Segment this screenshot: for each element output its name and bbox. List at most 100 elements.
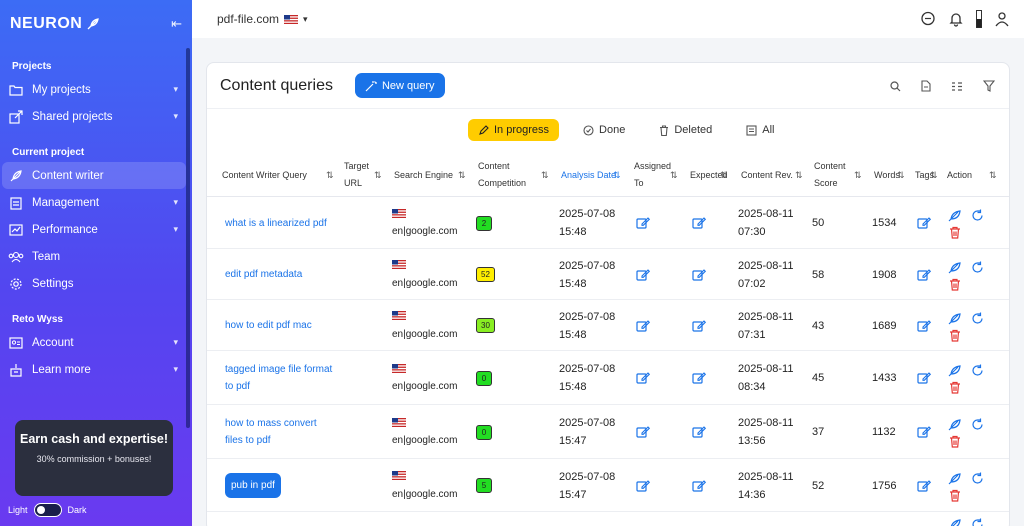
col-assigned[interactable]: Assigned To ⇅ xyxy=(634,153,678,197)
sidebar-item-content-writer[interactable]: Content writer xyxy=(2,162,186,189)
col-label: Words xyxy=(874,169,900,180)
sidebar-scrollbar[interactable] xyxy=(186,48,190,428)
filter-icon[interactable] xyxy=(982,79,996,97)
sidebar-item-performance[interactable]: Performance ▾ xyxy=(0,216,192,243)
sidebar-item-account[interactable]: Account ▾ xyxy=(0,329,192,356)
expected-edit-icon[interactable] xyxy=(692,197,706,249)
sidebar-item-my-projects[interactable]: My projects ▾ xyxy=(0,76,192,103)
sidebar-item-settings[interactable]: Settings xyxy=(0,270,192,297)
logo[interactable]: NEURON xyxy=(10,15,100,33)
feather-icon[interactable] xyxy=(948,471,961,485)
filter-all[interactable]: All xyxy=(736,119,784,141)
filter-deleted[interactable]: Deleted xyxy=(649,119,722,141)
col-competition[interactable]: Content Competition ⇅ xyxy=(478,153,549,197)
expected-edit-icon[interactable] xyxy=(692,512,706,526)
assigned-edit-icon[interactable] xyxy=(636,459,650,512)
new-query-button[interactable]: New query xyxy=(354,73,445,98)
analysis-date: 2025-07-08 xyxy=(559,259,616,272)
assigned-edit-icon[interactable] xyxy=(636,405,650,459)
query-link[interactable]: how to mass convert files to pdf xyxy=(225,415,335,449)
query-cell xyxy=(225,512,335,526)
col-target-url[interactable]: Target URL ⇅ xyxy=(344,153,382,197)
feather-icon[interactable] xyxy=(948,517,961,526)
columns-icon[interactable] xyxy=(951,79,963,97)
feather-icon[interactable] xyxy=(948,311,961,325)
tags-edit-icon[interactable] xyxy=(917,459,931,512)
sidebar-item-team[interactable]: Team xyxy=(0,243,192,270)
refresh-icon[interactable] xyxy=(971,471,984,485)
assigned-edit-icon[interactable] xyxy=(636,249,650,300)
assigned-edit-icon[interactable] xyxy=(636,351,650,405)
expected-edit-icon[interactable] xyxy=(692,459,706,512)
query-link[interactable]: tagged image file format to pdf xyxy=(225,361,335,395)
bell-icon[interactable] xyxy=(948,11,964,27)
sort-icon: ⇅ xyxy=(541,170,549,180)
sidebar-item-management[interactable]: Management ▾ xyxy=(0,189,192,216)
filter-in-progress[interactable]: In progress xyxy=(468,119,560,141)
feather-icon[interactable] xyxy=(948,208,961,222)
expected-edit-icon[interactable] xyxy=(692,300,706,351)
refresh-icon[interactable] xyxy=(971,311,984,325)
refresh-icon[interactable] xyxy=(971,517,984,526)
col-label: Search Engine xyxy=(394,169,454,180)
assigned-edit-icon[interactable] xyxy=(636,300,650,351)
collapse-sidebar-icon[interactable]: ⇤ xyxy=(171,16,182,32)
list-icon xyxy=(746,124,757,136)
delete-icon[interactable] xyxy=(949,225,961,239)
competition-badge: 52 xyxy=(476,267,495,282)
export-file-icon[interactable] xyxy=(921,79,931,97)
tags-edit-icon[interactable] xyxy=(917,197,931,249)
col-content-rev[interactable]: Content Rev. ⇅ xyxy=(741,153,803,197)
refresh-icon[interactable] xyxy=(971,208,984,222)
site-name: pdf-file.com xyxy=(217,12,280,26)
expected-edit-icon[interactable] xyxy=(692,249,706,300)
refresh-icon[interactable] xyxy=(971,417,984,431)
content-score: 45 xyxy=(812,372,825,384)
col-expected[interactable]: Expected ⇅ xyxy=(690,153,728,197)
delete-icon[interactable] xyxy=(949,277,961,291)
promo-subtitle: 30% commission + bonuses! xyxy=(36,454,152,464)
expected-edit-icon[interactable] xyxy=(692,405,706,459)
user-icon[interactable] xyxy=(994,11,1010,27)
feather-icon[interactable] xyxy=(948,417,961,431)
delete-icon[interactable] xyxy=(949,488,961,502)
sort-icon: ⇅ xyxy=(670,170,678,180)
refresh-icon[interactable] xyxy=(971,260,984,274)
tags-edit-icon[interactable] xyxy=(917,351,931,405)
filter-done[interactable]: Done xyxy=(573,119,635,141)
refresh-icon[interactable] xyxy=(971,363,984,377)
assigned-edit-icon[interactable] xyxy=(636,512,650,526)
assigned-edit-icon[interactable] xyxy=(636,197,650,249)
theme-toggle[interactable] xyxy=(33,503,62,517)
expected-edit-icon[interactable] xyxy=(692,351,706,405)
query-link[interactable]: pub in pdf xyxy=(225,473,281,498)
delete-icon[interactable] xyxy=(949,380,961,394)
col-tags[interactable]: Tags ⇅ xyxy=(915,153,938,197)
query-link[interactable]: what is a linearized pdf xyxy=(225,215,327,232)
promo-card[interactable]: Earn cash and expertise! 30% commission … xyxy=(15,420,173,496)
logo-text: NEURON xyxy=(10,15,83,32)
col-words[interactable]: Words ⇅ xyxy=(874,153,905,197)
delete-icon[interactable] xyxy=(949,434,961,448)
competition-cell: 2 xyxy=(476,197,492,249)
site-selector[interactable]: pdf-file.com ▾ xyxy=(217,12,308,26)
delete-icon[interactable] xyxy=(949,328,961,342)
tags-edit-icon[interactable] xyxy=(917,249,931,300)
tags-edit-icon[interactable] xyxy=(917,405,931,459)
tags-edit-icon[interactable] xyxy=(917,300,931,351)
query-link[interactable]: edit pdf metadata xyxy=(225,266,302,283)
search-icon[interactable] xyxy=(890,79,901,97)
feather-icon[interactable] xyxy=(948,260,961,274)
query-link[interactable]: how to edit pdf mac xyxy=(225,317,312,334)
chat-icon[interactable] xyxy=(920,11,936,27)
col-analysis-date[interactable]: Analysis Date ⇅ xyxy=(561,153,621,197)
col-content-score[interactable]: Content Score ⇅ xyxy=(814,153,862,197)
feather-icon[interactable] xyxy=(948,363,961,377)
tags-edit-icon[interactable] xyxy=(917,512,931,526)
engine-cell: en|google.com xyxy=(392,351,457,405)
sidebar-item-learn-more[interactable]: Learn more ▾ xyxy=(0,356,192,383)
col-query[interactable]: Content Writer Query ⇅ xyxy=(222,153,334,197)
col-engine[interactable]: Search Engine ⇅ xyxy=(394,153,466,197)
analysis-date-cell: 2025-07-08 15:47 xyxy=(559,405,615,459)
sidebar-item-shared-projects[interactable]: Shared projects ▾ xyxy=(0,103,192,130)
